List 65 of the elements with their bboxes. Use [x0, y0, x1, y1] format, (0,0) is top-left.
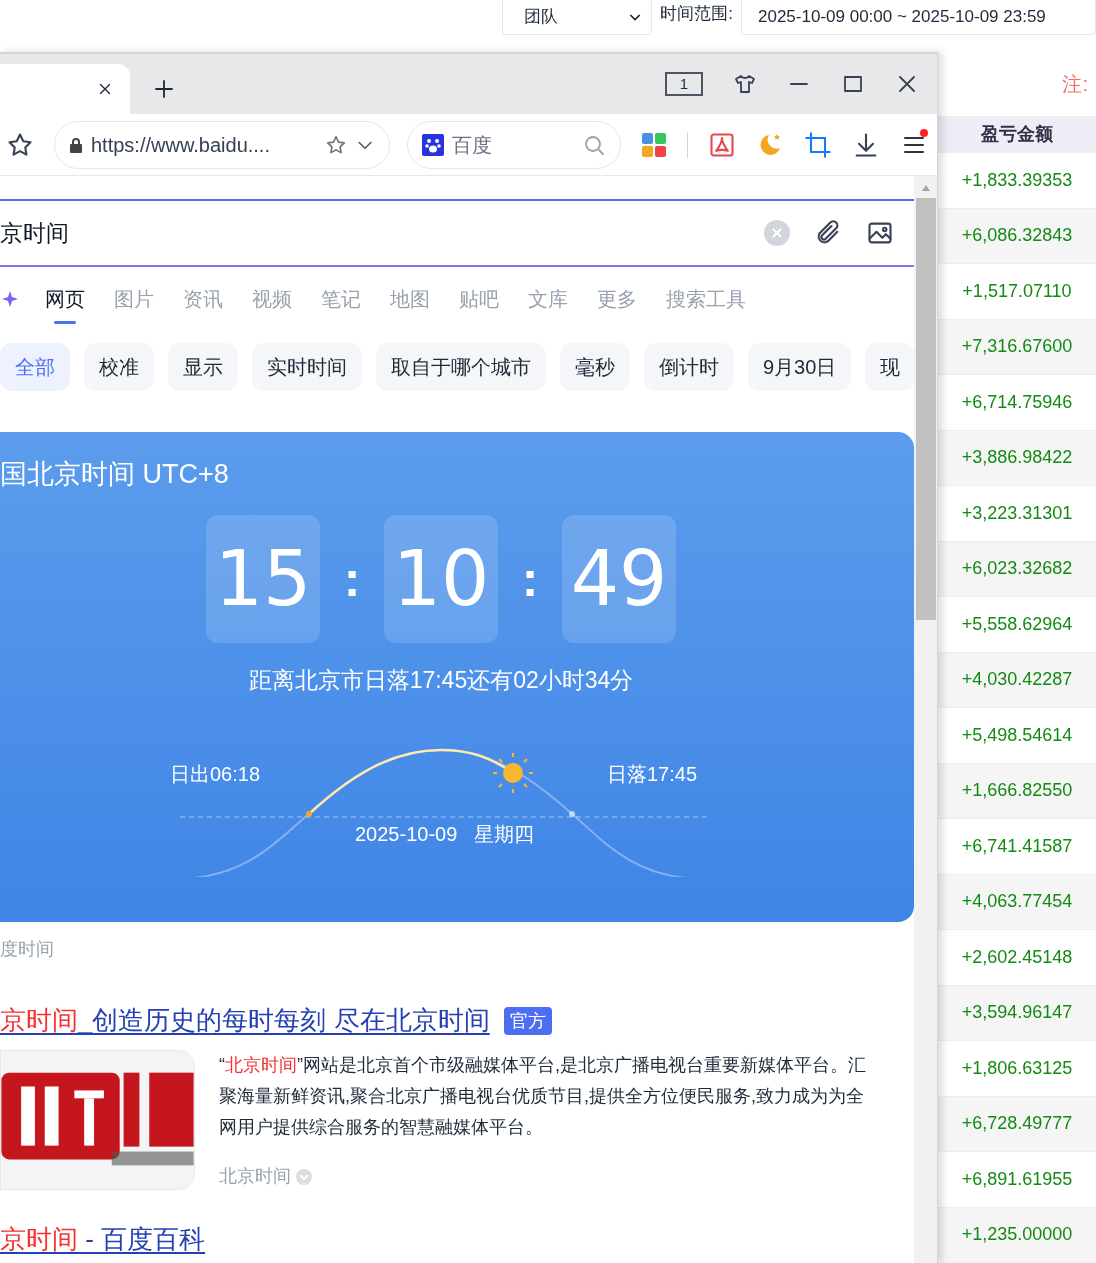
- search-field[interactable]: 京时间: [0, 199, 914, 267]
- table-cell-text: +6,086.32843: [961, 224, 1073, 248]
- time-separator: :: [520, 553, 540, 604]
- time-separator: :: [342, 553, 362, 604]
- shirt-icon[interactable]: [733, 72, 757, 96]
- group-select[interactable]: 团队: [502, 0, 653, 35]
- result-source: 北京时间: [219, 1165, 291, 1188]
- pdf-icon[interactable]: [708, 130, 736, 159]
- column-header: 盈亏金额: [938, 116, 1096, 153]
- tab-count-button[interactable]: 1: [665, 72, 703, 96]
- result-title-link[interactable]: 京时间_创造历史的每时每刻 尽在北京时间: [0, 1001, 490, 1040]
- time-range-label: 时间范围:: [659, 3, 734, 26]
- search-tab[interactable]: 网页: [45, 274, 85, 324]
- lock-icon: [69, 136, 83, 153]
- note-label: 注:: [1062, 72, 1088, 98]
- filter-chip[interactable]: 实时时间: [252, 343, 362, 391]
- source-text: 度时间: [0, 938, 55, 961]
- scrollbar-thumb[interactable]: [915, 198, 936, 620]
- table-cell-text: +1,666.82550: [961, 779, 1073, 803]
- clock-title: 国北京时间 UTC+8: [0, 458, 230, 491]
- table-cell-text: +1,235.00000: [961, 1223, 1073, 1247]
- filter-chip[interactable]: 取自于哪个城市: [376, 343, 546, 391]
- result-title-link[interactable]: 京时间 - 百度百科: [0, 1220, 206, 1259]
- table-cell-text: +1,833.39353: [961, 168, 1073, 192]
- table-cell-text: +5,558.62964: [961, 612, 1073, 636]
- date-text: 2025-10-09 星期四: [355, 822, 534, 847]
- time-digits: 49: [562, 514, 676, 643]
- filter-chip[interactable]: 毫秒: [560, 343, 630, 391]
- time-digits: 15: [206, 514, 320, 643]
- table-cell-text: +6,023.32682: [961, 557, 1073, 581]
- filter-chip[interactable]: 9月30日: [748, 343, 852, 391]
- table-cell-text: +6,714.75946: [961, 390, 1073, 414]
- table-cell-text: +5,498.54614: [961, 723, 1073, 747]
- star-icon[interactable]: [325, 133, 347, 156]
- address-text: https://www.baidu....: [91, 132, 270, 158]
- sunset-countdown: 距离北京市日落17:45还有02小时34分: [247, 665, 635, 695]
- table-cell-text: +3,594.96147: [961, 1001, 1073, 1025]
- table-cell-text: +1,806.63125: [961, 1056, 1073, 1080]
- filter-chip[interactable]: 校准: [84, 343, 154, 391]
- close-icon: [772, 228, 782, 238]
- filter-chip[interactable]: 倒计时: [644, 343, 734, 391]
- table-cell-text: +4,030.42287: [961, 668, 1073, 692]
- table-cell-text: +6,891.61955: [961, 1167, 1073, 1191]
- table-cell-text: +7,316.67600: [961, 335, 1073, 359]
- table-cell-text: +1,517.07110: [962, 279, 1072, 303]
- table-cell-text: +6,728.49777: [961, 1112, 1073, 1136]
- time-digits: 10: [384, 514, 498, 643]
- filter-chip[interactable]: 全部: [0, 343, 70, 391]
- apps-icon[interactable]: [641, 131, 667, 158]
- table-cell-text: +6,741.41587: [961, 834, 1073, 858]
- sunset-time: 日落17:45: [607, 762, 698, 787]
- table-cell-text: +4,063.77454: [961, 890, 1073, 914]
- table-cell-text: +3,886.98422: [961, 446, 1073, 470]
- result-snippet: “北京时间”网站是北京首个市级融媒体平台,是北京广播电视台重要新媒体平台。汇聚海量新鲜资讯,聚合北京广播电视台优质节目,提供全方位便民服务,致力成为为全网用户提供综合服务的智慧融媒体平台。: [219, 1054, 867, 1139]
- official-badge: 官方: [503, 1006, 552, 1035]
- time-range-field[interactable]: 2025-10-09 00:00 ~ 2025-10-09 23:59: [741, 0, 1096, 35]
- table-cell-text: +3,223.31301: [961, 501, 1073, 525]
- paw-icon: [422, 133, 444, 156]
- crop-icon[interactable]: [804, 130, 832, 159]
- table-cell-text: +2,602.45148: [961, 945, 1073, 969]
- scrollbar[interactable]: [914, 176, 937, 1263]
- sunrise-time: 日出06:18: [170, 762, 261, 787]
- plus-icon[interactable]: [152, 77, 176, 101]
- filter-chip[interactable]: 显示: [168, 343, 238, 391]
- filter-chip[interactable]: 现: [865, 343, 914, 391]
